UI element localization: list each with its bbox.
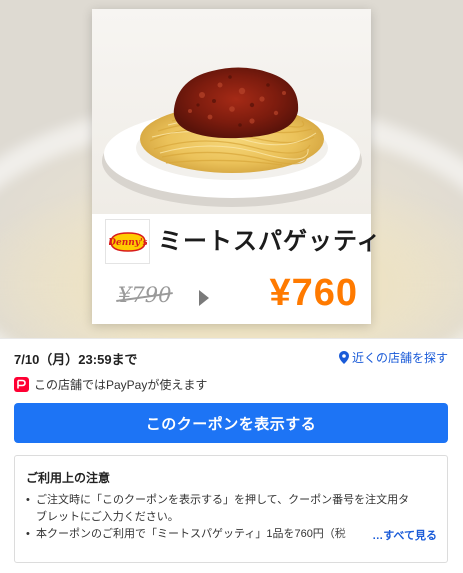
bullet: • bbox=[26, 528, 30, 540]
original-price: ¥790 bbox=[118, 283, 172, 307]
usage-note-line: ブレットにご入力ください。 bbox=[36, 511, 179, 523]
svg-text:Denny's: Denny's bbox=[109, 238, 147, 248]
paypay-notice: この店舗ではPayPayが使えます bbox=[14, 376, 207, 393]
see-all-link[interactable]: …すべて見る bbox=[372, 527, 437, 543]
find-nearby-stores-label: 近くの店舗を探す bbox=[351, 351, 448, 365]
bullet: • bbox=[26, 494, 30, 506]
usage-note-line: 本クーポンのご利用で「ミートスパゲッティ」1品を760円（税 bbox=[36, 528, 346, 540]
discount-price: ¥760 bbox=[269, 272, 358, 314]
usage-note-item: • ご注文時に「このクーポンを表示する」を押して、クーポン番号を注文用タ ブレット… bbox=[26, 492, 409, 526]
usage-notes: ご利用上の注意 • ご注文時に「このクーポンを表示する」を押して、クーポン番号を注… bbox=[14, 455, 448, 563]
triangle-right-icon bbox=[199, 290, 209, 306]
text-fade bbox=[335, 526, 369, 543]
paypay-icon bbox=[14, 377, 29, 392]
info-row: 7/10（月）23:59まで 近くの店舗を探す bbox=[0, 338, 463, 370]
coupon-card: Denny's ミートスパゲッティ ¥790 ¥760 bbox=[92, 9, 381, 324]
location-pin-icon bbox=[338, 351, 349, 364]
usage-notes-title: ご利用上の注意 bbox=[26, 471, 111, 485]
brand-logo: Denny's bbox=[105, 219, 150, 264]
food-photo bbox=[92, 9, 371, 214]
paypay-notice-text: この店舗ではPayPayが使えます bbox=[34, 378, 208, 392]
usage-note-line: ご注文時に「このクーポンを表示する」を押して、クーポン番号を注文用タ bbox=[36, 494, 410, 506]
spaghetti-image bbox=[102, 67, 362, 207]
show-coupon-button[interactable]: このクーポンを表示する bbox=[14, 403, 448, 443]
product-name: ミートスパゲッティ bbox=[158, 228, 382, 255]
dennys-logo-icon: Denny's bbox=[109, 231, 147, 252]
find-nearby-stores-link[interactable]: 近くの店舗を探す bbox=[338, 349, 448, 366]
usage-note-item: • 本クーポンのご利用で「ミートスパゲッティ」1品を760円（税 bbox=[26, 526, 371, 543]
hero-area: Denny's ミートスパゲッティ ¥790 ¥760 bbox=[0, 0, 463, 338]
expiry-date: 7/10（月）23:59まで bbox=[14, 352, 138, 367]
